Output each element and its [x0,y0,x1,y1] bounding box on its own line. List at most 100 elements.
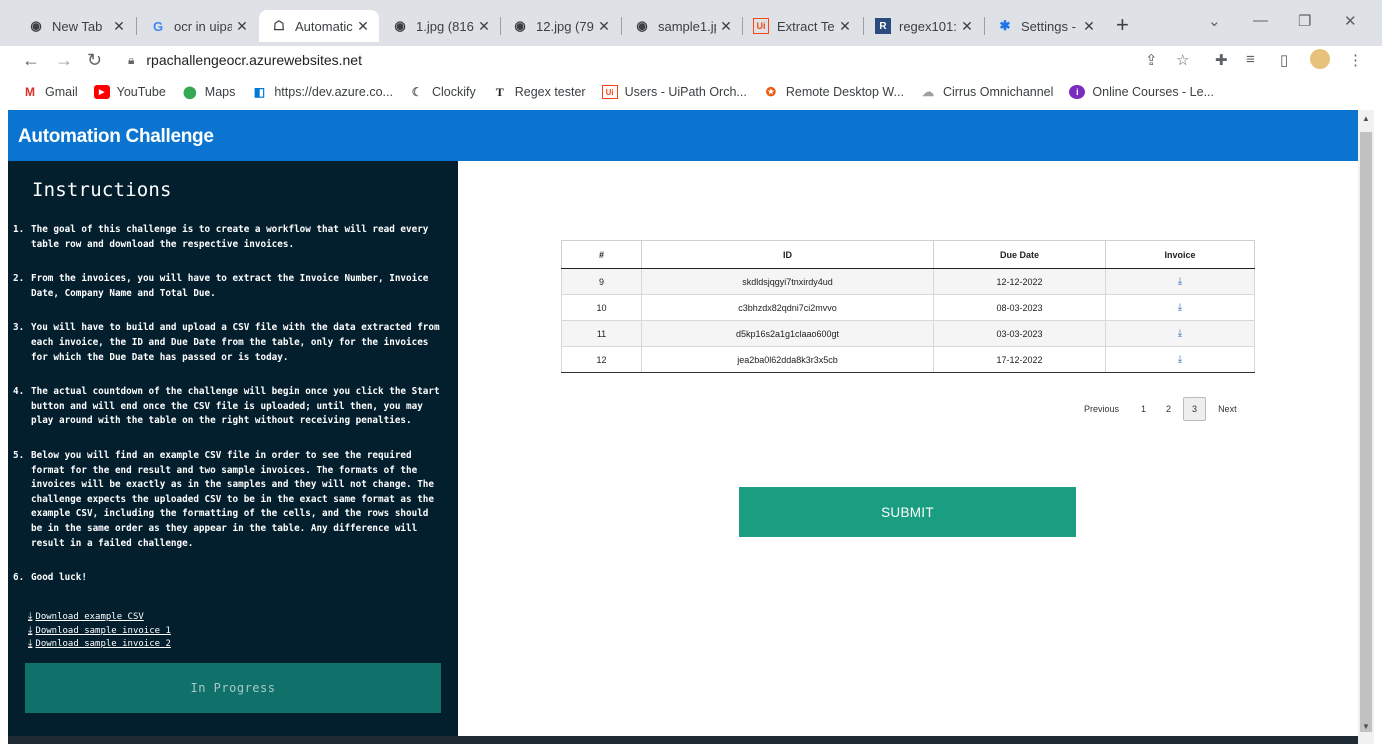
submit-button[interactable]: SUBMIT [739,487,1076,537]
media-icon[interactable]: ≡ [1246,51,1255,68]
invoice-download-cell: ⤓ [1105,320,1255,347]
close-icon[interactable]: ✕ [109,18,129,35]
tab-ocr[interactable]: G ocr in uipa ✕ [130,10,258,42]
back-icon[interactable]: ← [22,50,40,71]
page: Automation Challenge Instructions 1. The … [8,110,1358,744]
tab-extract-text[interactable]: Ui Extract Tex ✕ [733,10,861,42]
bookmark-youtube[interactable]: ▶ YouTube [93,85,166,99]
uipath-icon: Ui [753,18,769,34]
scroll-up-icon[interactable]: ▲ [1362,114,1370,123]
text-icon: T [495,84,504,99]
bookmark-clockify[interactable]: ☾ Clockify [409,85,476,99]
tab-automation[interactable]: ☖ Automatic ✕ [259,10,379,42]
row-id: c3bhzdx82qdni7ci2mvvo [641,294,934,321]
next-page-button[interactable]: Next [1210,398,1245,420]
bookmark-regex-tester[interactable]: T Regex tester [492,84,586,100]
close-icon[interactable]: ✕ [957,18,977,35]
share-icon[interactable]: ⇪ [1145,51,1158,69]
close-icon[interactable]: ✕ [232,18,252,35]
tab-search-icon[interactable]: ⌄ [1208,12,1221,30]
restore-icon[interactable]: ❐ [1298,12,1311,30]
instruction-number: 4. [13,386,25,398]
tab-sample1[interactable]: ◉ sample1.jp ✕ [614,10,742,42]
column-header-due-date[interactable]: Due Date [933,240,1106,269]
bookmark-cirrus[interactable]: ☁ Cirrus Omnichannel [920,85,1053,99]
globe-icon: ◉ [30,18,42,33]
in-progress-button[interactable]: In Progress [25,663,441,713]
row-number: 11 [561,320,642,347]
tab-new-tab[interactable]: ◉ New Tab ✕ [8,10,135,42]
reload-icon[interactable]: ↻ [87,50,102,71]
download-label[interactable]: Download sample invoice 2 [35,639,170,649]
instruction-text: The goal of this challenge is to create … [31,224,429,250]
page-1-button[interactable]: 1 [1133,398,1154,420]
instruction-number: 1. [13,224,25,235]
bookmark-uipath-users[interactable]: Ui Users - UiPath Orch... [601,85,747,99]
close-icon[interactable]: ✕ [1079,18,1099,35]
close-icon[interactable]: ✕ [835,18,855,35]
tab-label: Settings - I [1021,18,1079,34]
previous-page-button[interactable]: Previous [1076,398,1127,420]
download-sample-invoice-1-link[interactable]: ⤓ Download sample invoice 1 [28,625,171,636]
download-icon[interactable]: ⤓ [1178,302,1182,313]
lock-icon[interactable]: 🔒︎ [128,53,134,68]
download-icon[interactable]: ⤓ [1178,328,1182,339]
invoice-download-cell: ⤓ [1105,346,1255,373]
bookmark-label: Maps [204,85,236,99]
close-icon[interactable]: ✕ [353,18,373,35]
close-icon[interactable]: ✕ [594,18,614,35]
globe-icon: ◉ [394,18,406,33]
bookmark-maps[interactable]: ⬤ Maps [182,85,236,99]
invoice-table: # ID Due Date Invoice 9 skdldsjqgyi7tnxi… [561,240,1255,373]
remote-desktop-icon: ✪ [765,85,776,99]
close-window-icon[interactable]: ✕ [1344,12,1357,30]
vertical-scrollbar[interactable]: ▲ ▼ [1358,110,1374,744]
bookmark-label: https://dev.azure.co... [274,85,393,99]
scroll-down-icon[interactable]: ▼ [1362,722,1370,731]
column-header-invoice[interactable]: Invoice [1105,240,1255,269]
courses-icon: i [1069,85,1086,99]
bookmark-online-courses[interactable]: i Online Courses - Le... [1069,85,1214,99]
tab-1-jpg[interactable]: ◉ 1.jpg (816 ✕ [372,10,500,42]
row-number: 9 [561,268,642,295]
side-panel-icon[interactable]: ▯ [1280,51,1288,69]
table-row: 10 c3bhzdx82qdni7ci2mvvo 08-03-2023 ⤓ [561,294,1255,321]
download-label[interactable]: Download example CSV [35,612,143,622]
tab-regex101[interactable]: R regex101: I ✕ [855,10,983,42]
url-text[interactable]: rpachallengeocr.azurewebsites.net [146,52,362,68]
bookmark-star-icon[interactable]: ☆ [1176,51,1189,69]
globe-icon: ◉ [636,18,648,33]
extensions-icon[interactable]: ✚ [1215,51,1228,69]
instruction-item: 5. Below you will find an example CSV fil… [13,449,445,551]
scrollbar-thumb[interactable] [1360,132,1372,732]
google-icon: G [152,18,164,34]
tab-12-jpg[interactable]: ◉ 12.jpg (79 ✕ [492,10,620,42]
bookmark-label: Online Courses - Le... [1092,85,1215,99]
bookmark-label: Regex tester [514,85,586,99]
tab-settings[interactable]: ✱ Settings - I ✕ [977,10,1105,42]
close-icon[interactable]: ✕ [474,18,494,35]
page-2-button[interactable]: 2 [1158,398,1179,420]
forward-icon[interactable]: → [55,50,73,71]
bookmark-azure[interactable]: ◧ https://dev.azure.co... [251,85,393,99]
pagination: Previous 1 2 3 Next [1076,397,1245,421]
menu-icon[interactable]: ⋮ [1348,51,1363,69]
download-label[interactable]: Download sample invoice 1 [35,626,170,636]
bookmark-remote-desktop[interactable]: ✪ Remote Desktop W... [763,85,904,99]
download-sample-invoice-2-link[interactable]: ⤓ Download sample invoice 2 [28,638,171,649]
column-header-number[interactable]: # [561,240,642,269]
download-example-csv-link[interactable]: ⤓ Download example CSV [28,611,144,622]
column-header-id[interactable]: ID [641,240,934,269]
download-icon[interactable]: ⤓ [1178,354,1182,365]
tab-label: regex101: I [899,18,957,34]
bookmark-gmail[interactable]: M Gmail [22,85,78,99]
instructions-list: 1. The goal of this challenge is to creat… [13,223,445,586]
instruction-text: Good luck! [31,572,87,584]
address-bar[interactable]: 🔒︎ rpachallengeocr.azurewebsites.net [116,46,1198,74]
new-tab-button[interactable]: + [1116,12,1129,38]
minimize-icon[interactable]: — [1253,12,1268,29]
avatar[interactable] [1310,49,1330,69]
globe-icon: ◉ [514,18,526,33]
download-icon[interactable]: ⤓ [1178,276,1182,287]
page-3-button[interactable]: 3 [1183,397,1207,421]
